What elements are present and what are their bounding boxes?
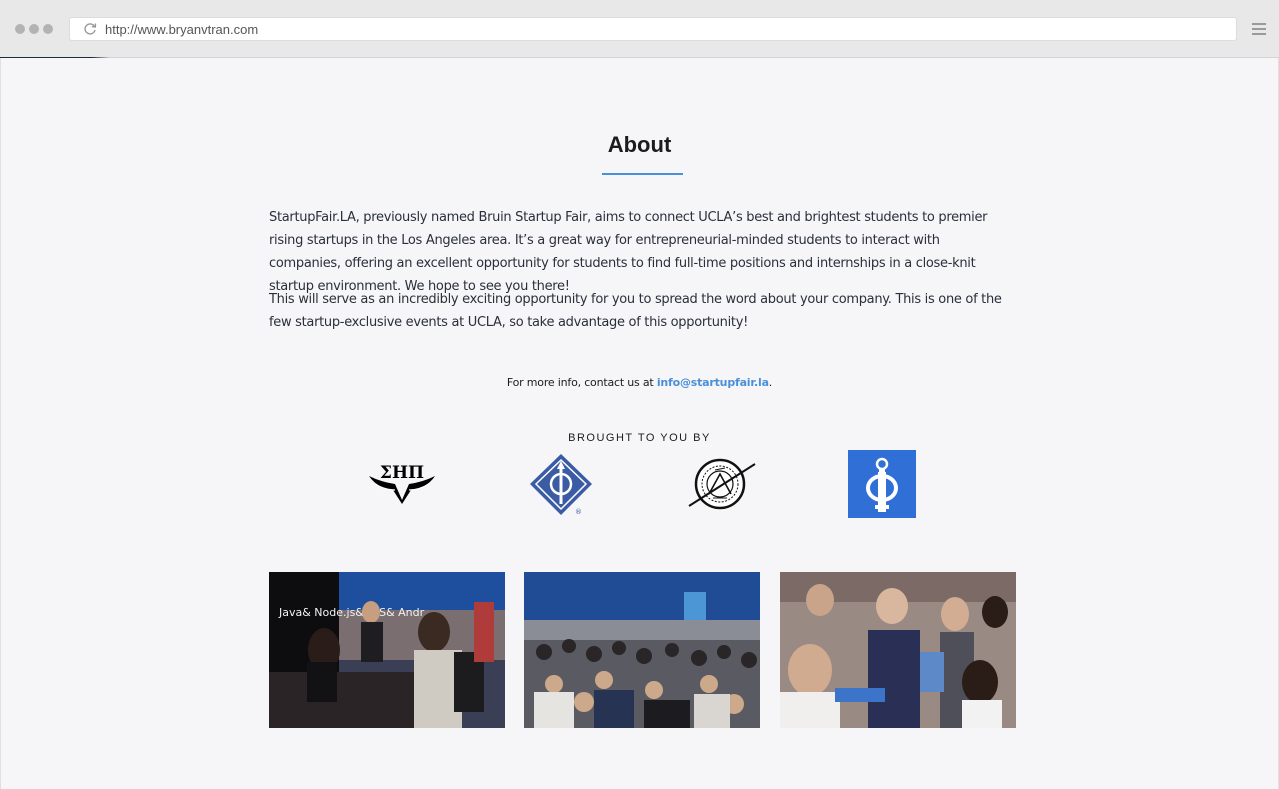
title-underline — [602, 173, 683, 175]
sponsors-heading: BROUGHT TO YOU BY — [568, 432, 711, 444]
contact-line: For more info, contact us at info@startu… — [1, 376, 1278, 389]
blue-org-logo[interactable] — [848, 450, 916, 518]
sigma-eta-pi-text: ΣΗΠ — [380, 463, 424, 483]
career-fair-booth-photo: Java& Node.js& iOS& Andr — [269, 572, 505, 728]
asme-logo[interactable] — [687, 456, 757, 511]
address-bar[interactable]: http://www.bryanvtran.com — [69, 17, 1237, 41]
about-paragraph-1: StartupFair.LA, previously named Bruin S… — [269, 210, 988, 294]
contact-suffix: . — [768, 376, 773, 389]
url-text[interactable]: http://www.bryanvtran.com — [105, 22, 258, 37]
contact-email-link[interactable]: info@startupfair.la — [657, 376, 769, 389]
page-content: About StartupFair.LA, previously named B… — [0, 58, 1279, 789]
close-dot[interactable] — [15, 24, 25, 34]
page-title: About — [607, 132, 672, 157]
window-controls — [15, 24, 53, 34]
sigma-eta-pi-logo[interactable]: ΣΗΠ — [367, 458, 437, 508]
minimize-dot[interactable] — [29, 24, 39, 34]
zoom-dot[interactable] — [43, 24, 53, 34]
crowded-hall-photo — [524, 572, 760, 728]
menu-icon[interactable] — [1252, 23, 1266, 35]
ieee-logo[interactable]: ® — [529, 452, 594, 517]
browser-chrome: http://www.bryanvtran.com — [0, 0, 1279, 58]
contact-prefix: For more info, contact us at — [506, 376, 657, 389]
banner-text: Java& Node.js& iOS& Andr — [278, 606, 425, 619]
reload-icon[interactable] — [83, 22, 97, 36]
ieee-registered-mark: ® — [575, 508, 582, 516]
about-paragraph-2: This will serve as an incredibly excitin… — [269, 292, 1002, 330]
students-reading-photo — [780, 572, 1016, 728]
